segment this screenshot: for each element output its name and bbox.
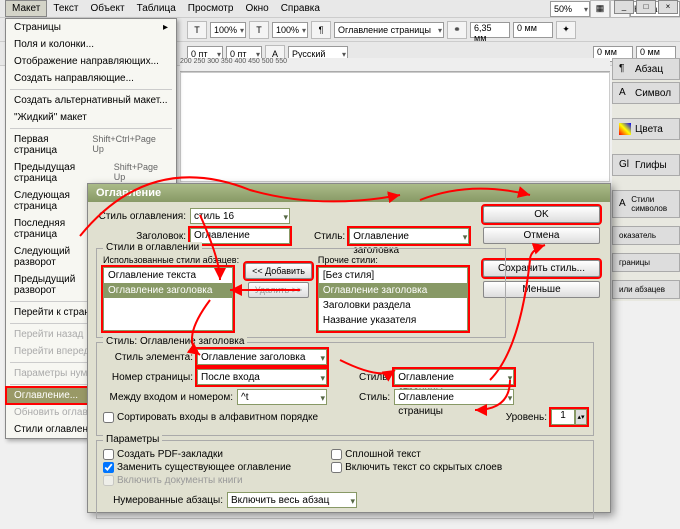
type-icon[interactable]: T (187, 21, 207, 39)
panel-extra-1[interactable]: оказатель (612, 226, 680, 245)
between-style-combo[interactable]: Оглавление страницы (394, 389, 514, 405)
ok-button[interactable]: OK (483, 206, 600, 223)
list-item[interactable]: Оглавление заголовка (319, 283, 467, 298)
toc-style-label: Стиль оглавления: (96, 211, 186, 222)
panel-character[interactable]: AСимвол (612, 82, 680, 104)
list-item[interactable]: Оглавление заголовка (104, 283, 232, 298)
page-style-combo[interactable]: Оглавление страницы (394, 369, 514, 385)
toc-style-combo[interactable]: стиль 16 (190, 208, 290, 224)
list-item[interactable]: [Без стиля] (319, 268, 467, 283)
menu-text[interactable]: Текст (47, 1, 84, 16)
document-canvas[interactable] (180, 72, 610, 182)
panel-extra-2[interactable]: границы (612, 253, 680, 272)
replace-checkbox[interactable] (103, 462, 114, 473)
params-group-title: Параметры (103, 434, 162, 445)
continuous-checkbox[interactable] (331, 449, 342, 460)
style2-label: Стиль: (359, 372, 390, 383)
dd-guides-create[interactable]: Создать направляющие... (6, 70, 176, 87)
title-label: Заголовок: (96, 231, 186, 242)
menu-help[interactable]: Справка (275, 1, 326, 16)
zoom-combo[interactable]: 50% (550, 1, 590, 17)
style3-label: Стиль: (359, 392, 390, 403)
dd-guides-show[interactable]: Отображение направляющих... (6, 53, 176, 70)
glyph-icon: Gl (619, 159, 631, 171)
level-label: Уровень: (506, 412, 547, 423)
toc-dialog: Оглавление Стиль оглавления: стиль 16 За… (87, 183, 611, 513)
dd-first-page[interactable]: Первая страницаShift+Ctrl+Page Up (6, 131, 176, 159)
dim2-input[interactable]: 0 мм (513, 22, 553, 38)
include-doc-checkbox (103, 475, 114, 486)
dd-margins[interactable]: Поля и колонки... (6, 36, 176, 53)
level-stepper[interactable]: 1 ▴▾ (551, 409, 587, 425)
panel-extra-3[interactable]: или абзацев (612, 280, 680, 299)
panel-glyphs[interactable]: GlГлифы (612, 154, 680, 176)
menu-view[interactable]: Просмотр (182, 1, 240, 16)
type2-icon[interactable]: T (249, 21, 269, 39)
dd-alt-layout[interactable]: Создать альтернативный макет... (6, 92, 176, 109)
numbered-combo[interactable]: Включить весь абзац (227, 492, 357, 508)
page-num-combo[interactable]: После входа (197, 369, 327, 385)
dialog-title: Оглавление (88, 184, 610, 202)
style-label: Стиль: (314, 231, 345, 242)
add-button[interactable]: << Добавить (245, 263, 312, 279)
panel-paragraph[interactable]: ¶Абзац (612, 58, 680, 80)
maximize-button[interactable]: □ (636, 0, 656, 14)
other-styles-list[interactable]: [Без стиля] Оглавление заголовка Заголов… (318, 267, 468, 331)
page-num-label: Номер страницы: (103, 372, 193, 383)
menu-window[interactable]: Окно (239, 1, 274, 16)
main-menubar: Макет Текст Объект Таблица Просмотр Окно… (0, 0, 680, 18)
dd-liquid[interactable]: "Жидкий" макет (6, 109, 176, 126)
para-style-combo[interactable]: Оглавление страницы (334, 22, 444, 38)
sort-label: Сортировать входы в алфавитном порядке (117, 412, 318, 423)
layout-icon[interactable]: ▦ (590, 0, 610, 18)
star-icon[interactable]: ✦ (556, 21, 576, 39)
title-input[interactable]: Оглавление (190, 228, 290, 244)
used-styles-label: Использованные стили абзацев: (103, 255, 239, 265)
elem-style-combo[interactable]: Оглавление заголовка (197, 349, 327, 365)
list-item[interactable]: Название указателя (319, 313, 467, 328)
chain-icon[interactable]: ⚭ (447, 21, 467, 39)
character-icon: A (619, 87, 631, 99)
elem-style-label: Стиль элемента: (103, 352, 193, 363)
elem-group-title: Стиль: Оглавление заголовка (103, 336, 247, 347)
paragraph-icon: ¶ (619, 63, 631, 75)
close-button[interactable]: × (658, 0, 678, 14)
pdf-checkbox[interactable] (103, 449, 114, 460)
between-combo[interactable]: ^t (237, 389, 327, 405)
panel-char-styles[interactable]: AСтили символов (612, 190, 680, 218)
menu-layout[interactable]: Макет (5, 0, 47, 17)
size1-combo[interactable]: 100% (210, 22, 246, 38)
cancel-button[interactable]: Отмена (483, 227, 600, 244)
menu-object[interactable]: Объект (85, 1, 131, 16)
title-style-combo[interactable]: Оглавление заголовка (349, 228, 469, 244)
between-label: Между входом и номером: (103, 392, 233, 403)
list-item[interactable]: Оглавление текста (104, 268, 232, 283)
styles-group-title: Стили в оглавлении (103, 242, 202, 253)
swatch-icon (619, 123, 631, 135)
panel-colors[interactable]: Цвета (612, 118, 680, 140)
sort-checkbox[interactable] (103, 412, 114, 423)
dd-pages[interactable]: Страницы▸ (6, 19, 176, 36)
hidden-checkbox[interactable] (331, 462, 342, 473)
minimize-button[interactable]: _ (614, 0, 634, 14)
menu-table[interactable]: Таблица (131, 1, 182, 16)
size2-combo[interactable]: 100% (272, 22, 308, 38)
other-styles-label: Прочие стили: (318, 255, 468, 265)
numbered-label: Нумерованные абзацы: (103, 495, 223, 506)
dim1-input[interactable]: 6,35 мм (470, 22, 510, 38)
list-item[interactable]: Заголовки раздела (319, 298, 467, 313)
para-icon[interactable]: ¶ (311, 21, 331, 39)
char-style-icon: A (619, 198, 627, 210)
side-panels: ¶Абзац AСимвол Цвета GlГлифы AСтили симв… (612, 58, 680, 301)
horizontal-ruler: 200 250 300 350 400 450 500 550 (180, 58, 610, 72)
remove-button: Удалить >> (248, 282, 309, 298)
used-styles-list[interactable]: Оглавление текста Оглавление заголовка (103, 267, 233, 331)
list-item[interactable]: [Основной абзац] (319, 328, 467, 331)
window-controls: _ □ × (614, 0, 678, 14)
